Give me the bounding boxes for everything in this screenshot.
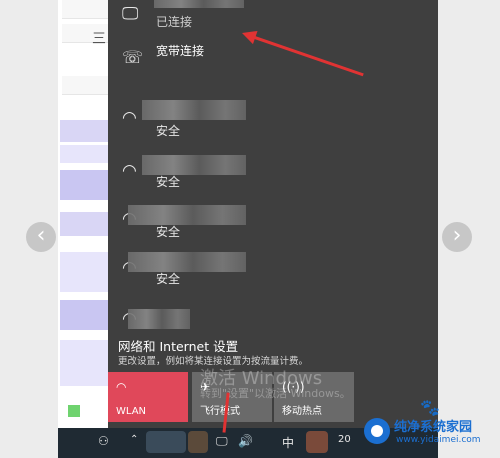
blur-mosaic [60, 300, 108, 330]
volume-icon[interactable]: 🔊 [238, 434, 253, 448]
connection-status: 已连接 [156, 15, 193, 29]
network-name-redacted [128, 205, 246, 225]
blurred-tray-icon [188, 431, 208, 453]
tile-label: 飞行模式 [200, 406, 240, 417]
network-status: 安全 [156, 272, 181, 286]
wifi-network-item[interactable]: ◠ 安全 [108, 252, 438, 292]
green-block [68, 405, 80, 417]
brand-logo-icon [364, 418, 390, 444]
wifi-icon: ◠ [116, 380, 127, 394]
wifi-network-item[interactable]: ◠ 安全 [108, 155, 438, 195]
network-name-redacted [154, 0, 244, 8]
network-name-redacted [128, 309, 190, 329]
wifi-icon: ◠ [122, 108, 137, 128]
network-name-redacted [128, 252, 246, 272]
blur-mosaic [60, 120, 108, 142]
wifi-icon: ◠ [122, 161, 137, 181]
blur-mosaic [60, 170, 108, 200]
ime-indicator[interactable]: 中 [282, 434, 294, 451]
network-tray-icon[interactable]: 🖵 [216, 434, 228, 449]
blurred-tray-icon [146, 431, 186, 453]
dialup-icon: ☏ [122, 48, 144, 68]
menu-icon[interactable]: 三 [92, 28, 106, 48]
activation-watermark-subtitle: 转到"设置"以激活 Windows。 [200, 387, 351, 400]
blur-mosaic [60, 340, 108, 386]
blur-mosaic [60, 252, 108, 292]
blur-mosaic [60, 145, 108, 163]
broadband-label: 宽带连接 [156, 44, 205, 58]
chevron-up-icon[interactable]: ⌃ [130, 434, 138, 445]
wifi-network-item[interactable]: ◠ 安全 [108, 100, 438, 140]
tile-label: 移动热点 [282, 406, 322, 417]
connected-network-item[interactable]: 🖵 已连接 [108, 0, 438, 38]
network-name-redacted [142, 155, 246, 175]
background-bar [62, 0, 114, 19]
background-bar [62, 24, 114, 43]
wifi-network-item[interactable]: ◠ 安全 [108, 205, 438, 245]
blur-mosaic [60, 212, 108, 236]
brand-watermark: 纯净系统家园 www.yidaimei.com [360, 408, 500, 458]
brand-name: 纯净系统家园 [394, 420, 473, 435]
network-status: 安全 [156, 175, 181, 189]
carousel-prev-button[interactable]: ‹ [26, 222, 56, 252]
network-status: 安全 [156, 225, 181, 239]
wlan-toggle-tile[interactable]: ◠ WLAN [108, 372, 188, 422]
clock-text[interactable]: 20 [338, 434, 351, 445]
brand-url: www.yidaimei.com [396, 435, 481, 445]
network-status: 安全 [156, 124, 181, 138]
wifi-network-item[interactable]: ◠ [108, 305, 438, 333]
background-bar [62, 76, 114, 95]
tile-label: WLAN [116, 406, 147, 417]
network-name-redacted [142, 100, 246, 120]
people-icon[interactable]: ⚇ [98, 434, 109, 448]
monitor-icon: 🖵 [122, 4, 139, 24]
carousel-next-button[interactable]: › [442, 222, 472, 252]
network-flyout: 🖵 已连接 ☏ 宽带连接 ◠ 安全 ◠ 安全 ◠ 安全 ◠ 安全 ◠ 网络和 I… [108, 0, 438, 428]
blurred-tray-icon [306, 431, 328, 453]
